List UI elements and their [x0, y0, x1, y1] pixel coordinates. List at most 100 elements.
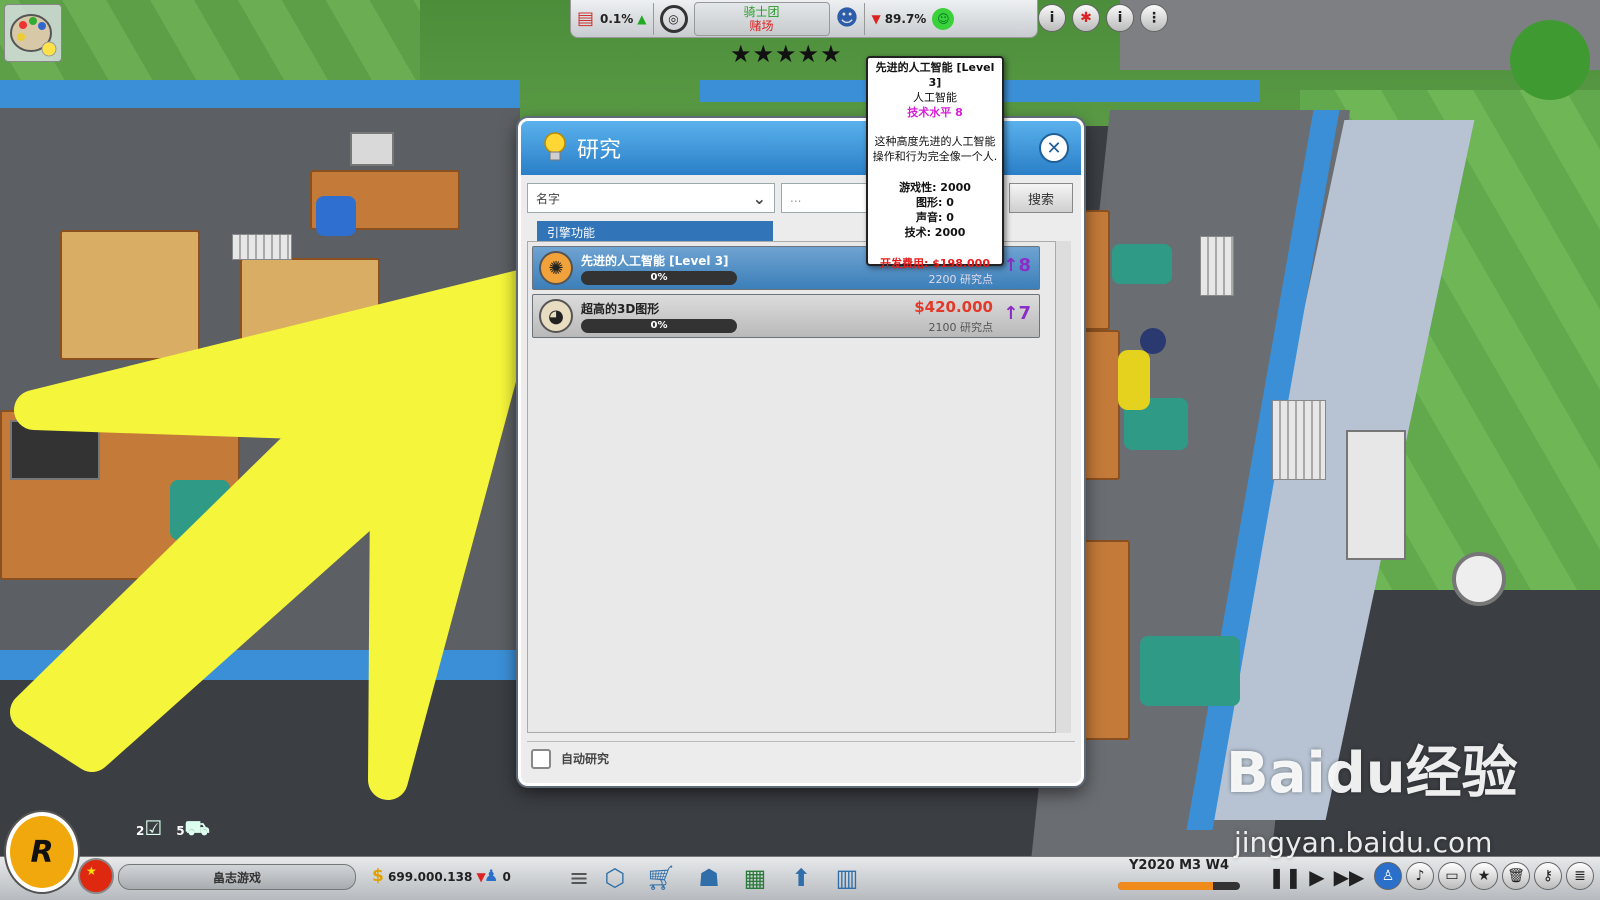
- statistics-chart-icon[interactable]: ▥: [828, 860, 866, 896]
- fans-indicator[interactable]: ☻: [830, 2, 865, 36]
- sort-dropdown[interactable]: 名字 ⌄: [527, 183, 775, 213]
- wall-clock: [1452, 552, 1506, 606]
- up-trend-icon: ▲: [637, 11, 647, 26]
- add-employee-icon: ♟: [484, 866, 499, 885]
- play-icon[interactable]: ▶: [1302, 860, 1332, 894]
- research-progress-bar: 0%: [581, 319, 737, 333]
- trash-icon[interactable]: 🗑︎: [1502, 862, 1530, 890]
- staff-group-icon[interactable]: ☗: [690, 860, 728, 896]
- office-chair: [170, 480, 230, 540]
- palette-icon: [10, 14, 57, 57]
- search-button[interactable]: 搜索: [1009, 183, 1073, 213]
- subgenre-label: 赌场: [749, 18, 774, 33]
- research-item-name: 超高的3D图形: [581, 302, 660, 316]
- info-icon[interactable]: i: [1038, 4, 1066, 32]
- truck-icon: ⛟: [184, 816, 210, 840]
- mood-percent: 89.7%: [884, 11, 927, 26]
- contract-task[interactable]: 2☑: [136, 816, 162, 843]
- tooltip-description: 操作和行为完全像一个人.: [872, 150, 998, 163]
- tab-engine-features[interactable]: 引擎功能: [537, 221, 773, 243]
- lightbulb-icon: [544, 132, 566, 161]
- radiator: [232, 234, 292, 260]
- office-chair: [1140, 636, 1240, 706]
- reviews-indicator[interactable]: ▤ 0.1% ▲: [571, 2, 653, 36]
- window: [1346, 430, 1406, 560]
- smiley-icon: ☺: [932, 7, 955, 30]
- computer: [10, 420, 100, 480]
- fire-alarm-icon[interactable]: ✱: [1072, 4, 1100, 32]
- money-display[interactable]: $ 699.000.138 ▼: [372, 866, 486, 886]
- office-chair: [1112, 244, 1172, 284]
- research-points: 2200 研究点: [928, 273, 994, 286]
- office-chair: [316, 196, 356, 236]
- calculator-icon[interactable]: ▦: [736, 860, 774, 896]
- auto-research-label: 自动研究: [561, 752, 610, 766]
- employee-icon[interactable]: ♙: [1374, 862, 1402, 890]
- week-progress-fill: [1118, 882, 1214, 890]
- info-people-icon[interactable]: i: [1106, 4, 1134, 32]
- menu-icon[interactable]: ≡: [560, 860, 598, 896]
- staff-count: 0: [502, 870, 511, 884]
- watermark-url: jingyan.baidu.com: [1234, 826, 1493, 859]
- radiator: [1272, 400, 1326, 480]
- week-progress-bar: [1118, 882, 1240, 890]
- close-button[interactable]: ✕: [1039, 133, 1069, 163]
- country-flag-icon[interactable]: ★: [78, 858, 114, 894]
- key-icon[interactable]: ⚷: [1534, 862, 1562, 890]
- monitor-icon[interactable]: ▭: [1438, 862, 1466, 890]
- scrollbar[interactable]: [1055, 241, 1071, 733]
- palette-icon: ◕: [539, 299, 573, 333]
- radiator-icon[interactable]: ≣: [1566, 862, 1594, 890]
- tooltip-sound: 声音: 0: [916, 211, 954, 224]
- research-level: ↑7: [1003, 303, 1031, 324]
- star-icon[interactable]: ★: [1470, 862, 1498, 890]
- computer: [350, 132, 394, 166]
- shop-cart-icon[interactable]: 🛒︎: [642, 860, 680, 896]
- options-icon[interactable]: ⋮: [1140, 4, 1168, 32]
- radiator: [1200, 236, 1234, 296]
- genre-label: 骑士团: [743, 4, 780, 19]
- build-cube-icon[interactable]: ⬡: [596, 860, 634, 896]
- tooltip-tech: 技术: 2000: [904, 226, 966, 239]
- close-icon: ✕: [1046, 137, 1062, 159]
- studio-name[interactable]: 畠志游戏: [118, 864, 356, 890]
- shelf: [60, 230, 200, 360]
- microphone-icon[interactable]: ♪: [1406, 862, 1434, 890]
- dollar-icon: $: [372, 866, 384, 886]
- money-value: 699.000.138: [388, 870, 473, 884]
- level-up-arrow-icon: ↑: [1003, 303, 1019, 324]
- task-count: 5: [176, 824, 185, 838]
- sort-dropdown-value: 名字: [536, 191, 561, 206]
- research-level-value: 7: [1018, 303, 1031, 324]
- research-item[interactable]: ◕ 超高的3D图形 0% $420.000 2100 研究点 ↑7: [532, 294, 1040, 338]
- brain-icon: ✺: [539, 251, 573, 285]
- watermark-brand: Baidu经验: [1226, 741, 1518, 806]
- research-item-name: 先进的人工智能 [Level 3]: [581, 254, 729, 268]
- steering-wheel-button[interactable]: ◎: [654, 2, 694, 36]
- staff-display[interactable]: ♟ 0: [484, 866, 511, 885]
- research-level: ↑8: [1003, 255, 1031, 276]
- mood-indicator[interactable]: ▼ 89.7% ☺: [865, 2, 960, 36]
- down-trend-icon: ▼: [871, 11, 881, 26]
- publish-box-icon[interactable]: ⬆: [782, 860, 820, 896]
- publisher-logo[interactable]: R: [6, 812, 78, 892]
- employee[interactable]: [1118, 350, 1150, 410]
- auto-research-row: 自动研究: [527, 741, 1075, 775]
- auto-research-checkbox[interactable]: [531, 748, 551, 769]
- shelf: [240, 258, 380, 348]
- delivery-task[interactable]: 5⛟: [176, 816, 210, 843]
- tooltip-tech-level: 技术水平 8: [907, 106, 963, 119]
- research-palette-button[interactable]: [4, 4, 62, 62]
- rating-stars: ★★★★★: [730, 40, 843, 68]
- research-list: ✺ 先进的人工智能 [Level 3] 0% 2200 研究点 ↑8 ◕ 超高的…: [527, 241, 1067, 733]
- date-display: Y2020 M3 W4: [1106, 858, 1252, 898]
- pause-icon[interactable]: ❚❚: [1268, 860, 1302, 894]
- top-hud: ▤ 0.1% ▲ ◎ 骑士团 赌场 ☻ ▼ 89.7% ☺: [570, 0, 1038, 38]
- review-doc-icon: ▤: [577, 8, 595, 29]
- genre-box[interactable]: 骑士团 赌场: [693, 1, 830, 36]
- research-tooltip: 先进的人工智能 [Level 3] 人工智能 技术水平 8 这种高度先进的人工智…: [866, 56, 1004, 270]
- fast-forward-icon[interactable]: ▶▶: [1334, 860, 1365, 894]
- monster-icon: ☻: [835, 6, 859, 31]
- research-points: 2100 研究点: [928, 321, 994, 334]
- search-placeholder: ...: [790, 191, 802, 205]
